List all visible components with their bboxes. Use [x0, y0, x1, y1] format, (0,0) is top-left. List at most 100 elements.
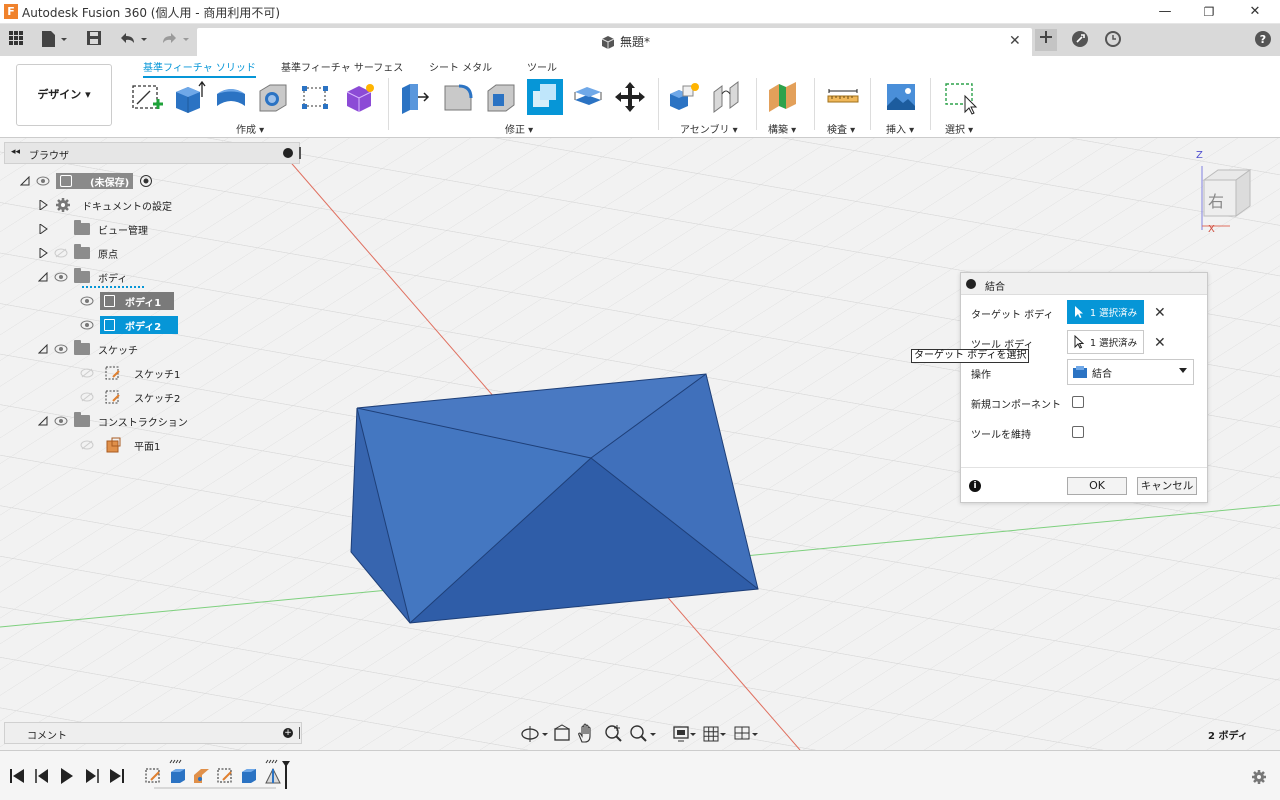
select-group-label[interactable]: 選択 ▾ — [945, 121, 973, 136]
expanded-triangle-icon[interactable] — [20, 176, 30, 186]
combined-body[interactable] — [350, 373, 759, 624]
tree-item-plane1[interactable]: 平面1 — [80, 435, 160, 455]
offset-face-icon[interactable] — [571, 80, 605, 114]
timeline-previous-icon[interactable] — [35, 769, 48, 783]
help-icon[interactable]: ? — [1253, 30, 1273, 50]
visibility-eye-icon[interactable] — [36, 176, 50, 186]
joint-icon[interactable] — [710, 80, 744, 114]
tree-item-sketches[interactable]: スケッチ — [38, 339, 138, 359]
tab-sheet-metal[interactable]: シート メタル — [429, 59, 492, 74]
collapse-browser-icon[interactable]: ◂◂ — [11, 147, 20, 157]
move-copy-icon[interactable] — [613, 80, 647, 114]
browser-minimize-icon[interactable] — [283, 148, 293, 158]
file-menu-icon[interactable] — [38, 30, 70, 50]
new-component-checkbox[interactable] — [1072, 396, 1084, 408]
hidden-eye-icon[interactable] — [54, 248, 68, 258]
activate-radio-icon[interactable] — [139, 174, 153, 188]
keep-tools-checkbox[interactable] — [1072, 426, 1084, 438]
tree-item-origin[interactable]: 原点 — [38, 243, 118, 263]
redo-icon[interactable] — [158, 30, 192, 50]
timeline-feature-sketch2[interactable] — [217, 768, 232, 783]
timeline-play-icon[interactable] — [61, 768, 73, 784]
revolve-icon[interactable] — [214, 80, 248, 114]
workspace-switcher[interactable]: デザイン ▾ — [16, 64, 112, 126]
data-panel-grid-icon[interactable] — [6, 30, 26, 50]
operation-dropdown[interactable]: 結合 — [1067, 359, 1194, 385]
add-comment-icon[interactable]: + — [283, 728, 293, 738]
timeline-feature-extrude[interactable] — [171, 769, 185, 783]
tree-root[interactable]: (未保存) — [20, 171, 153, 191]
zoom-icon[interactable] — [605, 725, 622, 742]
restore-button[interactable]: ❐ — [1194, 2, 1224, 22]
timeline-marker[interactable] — [282, 761, 290, 789]
timeline-next-icon[interactable] — [86, 769, 99, 783]
timeline-first-icon[interactable] — [10, 769, 24, 783]
timeline-feature-sketch1[interactable] — [145, 768, 160, 783]
collapsed-triangle-icon[interactable] — [38, 200, 48, 210]
dialog-collapse-icon[interactable] — [966, 279, 976, 289]
save-icon[interactable] — [84, 30, 104, 50]
display-settings-icon[interactable] — [673, 726, 696, 742]
visibility-eye-icon[interactable] — [54, 272, 68, 282]
expanded-triangle-icon[interactable] — [38, 272, 48, 282]
dialog-header[interactable]: 結合 — [961, 273, 1207, 295]
info-icon[interactable]: i — [969, 480, 981, 492]
tree-item-bodies[interactable]: ボディ — [38, 267, 127, 287]
new-tab-plus-icon[interactable] — [1035, 29, 1057, 51]
press-pull-icon[interactable] — [398, 80, 432, 114]
timeline-feature-combine[interactable] — [265, 767, 281, 784]
combine-icon[interactable] — [527, 79, 563, 115]
minimize-button[interactable]: — — [1150, 2, 1180, 22]
ok-button[interactable]: OK — [1067, 477, 1127, 495]
timeline-last-icon[interactable] — [110, 769, 124, 783]
select-window-icon[interactable] — [943, 80, 978, 115]
timeline-settings-gear-icon[interactable] — [1252, 770, 1266, 784]
visibility-eye-icon[interactable] — [54, 344, 68, 354]
create-group-label[interactable]: 作成 ▾ — [236, 121, 264, 136]
cancel-button[interactable]: キャンセル — [1137, 477, 1197, 495]
modify-group-label[interactable]: 修正 ▾ — [505, 121, 533, 136]
expanded-triangle-icon[interactable] — [38, 416, 48, 426]
tab-solid[interactable]: 基準フィーチャ ソリッド — [143, 59, 256, 78]
tree-item-sketch1[interactable]: スケッチ1 — [80, 363, 180, 383]
view-cube-face-right[interactable]: 右 — [1208, 188, 1224, 212]
body1-chip[interactable]: ボディ1 — [100, 292, 174, 310]
tree-item-sketch2[interactable]: スケッチ2 — [80, 387, 180, 407]
tree-item-named-views[interactable]: ビュー管理 — [38, 219, 148, 239]
undo-icon[interactable] — [116, 30, 150, 50]
tree-item-body1[interactable]: ボディ1 — [80, 291, 174, 311]
create-sketch-icon[interactable] — [130, 80, 164, 114]
browser-pin-icon[interactable] — [299, 147, 301, 159]
grid-settings-icon[interactable] — [703, 726, 726, 742]
close-document-button[interactable]: ✕ — [1009, 33, 1021, 49]
extrude-icon[interactable] — [172, 80, 206, 114]
assemble-group-label[interactable]: アセンブリ ▾ — [680, 121, 738, 136]
tab-surface[interactable]: 基準フィーチャ サーフェス — [281, 59, 403, 74]
fit-icon[interactable] — [630, 725, 656, 742]
root-component-chip[interactable]: (未保存) — [56, 173, 134, 189]
collapsed-triangle-icon[interactable] — [38, 224, 48, 234]
extensions-icon[interactable] — [1070, 30, 1090, 50]
tree-item-doc-settings[interactable]: ドキュメントの設定 — [38, 195, 172, 215]
close-window-button[interactable]: ✕ — [1240, 2, 1270, 22]
clear-target-icon[interactable]: ✕ — [1154, 305, 1166, 321]
fillet-icon[interactable] — [441, 80, 475, 114]
insert-canvas-icon[interactable] — [884, 80, 918, 114]
tab-tools[interactable]: ツール — [527, 59, 557, 74]
target-body-selector[interactable]: 1 選択済み — [1067, 300, 1144, 324]
inspect-group-label[interactable]: 検査 ▾ — [827, 121, 855, 136]
pan-hand-icon[interactable] — [578, 723, 591, 743]
expanded-triangle-icon[interactable] — [38, 344, 48, 354]
comments-pin-icon[interactable] — [299, 727, 301, 739]
view-cube[interactable]: Z 右 X — [1190, 150, 1260, 236]
shell-icon[interactable] — [484, 80, 518, 114]
visibility-eye-icon[interactable] — [54, 416, 68, 426]
tree-item-construction[interactable]: コンストラクション — [38, 411, 188, 431]
orbit-icon[interactable] — [521, 726, 548, 742]
new-component-icon[interactable] — [667, 80, 701, 114]
measure-icon[interactable] — [826, 80, 860, 114]
insert-group-label[interactable]: 挿入 ▾ — [886, 121, 914, 136]
hidden-eye-icon[interactable] — [80, 440, 94, 450]
viewports-icon[interactable] — [734, 726, 758, 740]
tool-body-selector[interactable]: 1 選択済み — [1067, 330, 1144, 354]
